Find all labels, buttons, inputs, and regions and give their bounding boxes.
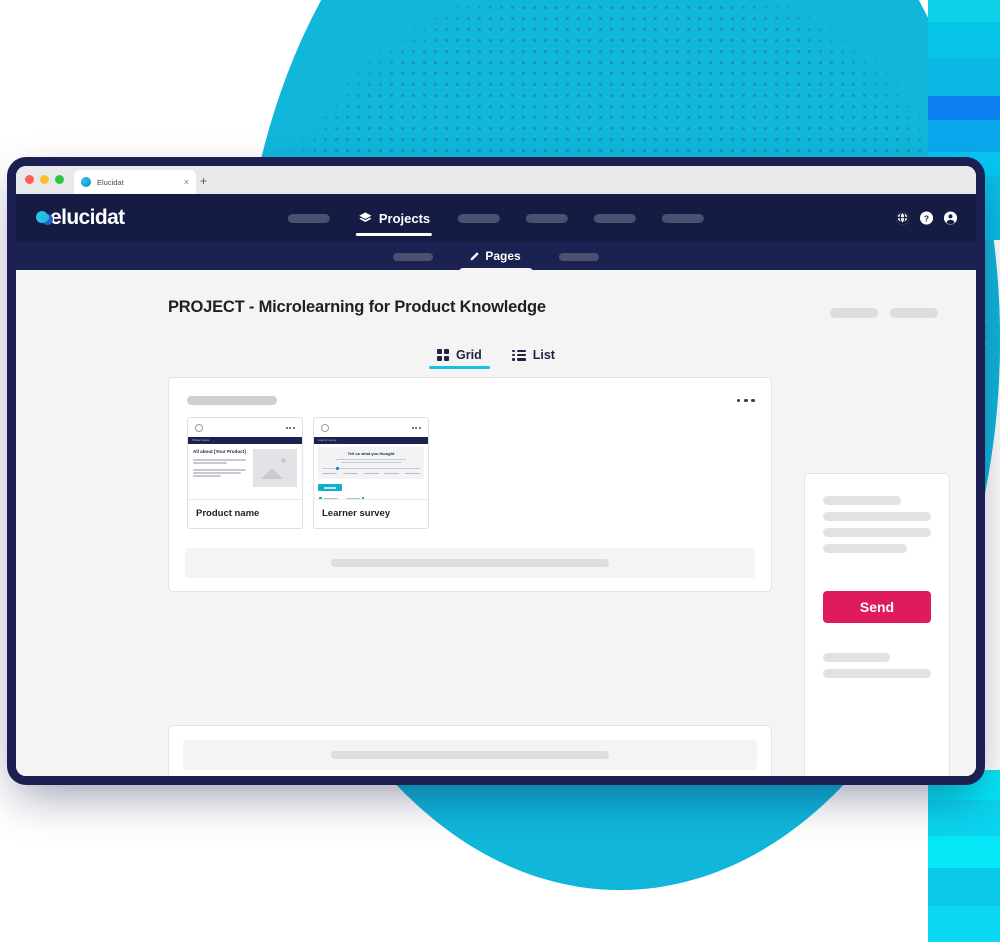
- footer-placeholder-line: [331, 559, 609, 567]
- preview-bar-text: Product name: [192, 439, 210, 442]
- right-side-panel: Send: [804, 473, 950, 776]
- title-action-placeholder-2[interactable]: [890, 308, 938, 318]
- pages-card-header: [169, 378, 771, 405]
- svg-text:?: ?: [924, 213, 929, 223]
- maximize-window-button[interactable]: [55, 175, 64, 184]
- nav-placeholder-3[interactable]: [526, 213, 569, 223]
- sub-navigation: Pages: [16, 242, 976, 273]
- browser-window: Elucidat × + elucidat Projects ? Pages P…: [16, 166, 976, 776]
- window-controls[interactable]: [25, 175, 64, 184]
- nav-item-projects[interactable]: Projects: [355, 194, 433, 242]
- page-preview-thumbnail: Learner survey Tell us what you thought: [314, 437, 428, 499]
- send-button[interactable]: Send: [823, 591, 931, 623]
- pages-card-title-placeholder: [187, 396, 277, 405]
- nav-placeholder-1[interactable]: [287, 213, 330, 223]
- elucidat-logo-text: elucidat: [50, 206, 125, 229]
- pencil-icon: [470, 251, 480, 260]
- nav-placeholder-5[interactable]: [662, 213, 705, 223]
- pages-card-footer-placeholder: [185, 548, 755, 578]
- grid-tab-underline: [429, 366, 490, 369]
- new-tab-button[interactable]: +: [200, 175, 207, 187]
- elucidat-favicon: [81, 177, 91, 187]
- survey-slider[interactable]: [322, 466, 420, 470]
- globe-icon[interactable]: [895, 211, 910, 226]
- account-icon[interactable]: [943, 211, 958, 226]
- subnav-item-pages[interactable]: Pages: [459, 242, 533, 273]
- survey-panel: Tell us what you thought: [318, 447, 424, 480]
- secondary-card: [168, 725, 772, 776]
- survey-footer-links: [318, 497, 424, 499]
- browser-titlebar: Elucidat × +: [16, 166, 976, 194]
- page-card-label: Learner survey: [314, 499, 428, 528]
- subnav-placeholder-2[interactable]: [558, 253, 599, 261]
- browser-tab-title: Elucidat: [97, 177, 124, 187]
- pages-card: Product name All about [Your Product] Pr…: [168, 377, 772, 592]
- main-navigation: Projects: [287, 194, 705, 242]
- footer-placeholder-line: [331, 751, 609, 759]
- nav-active-underline: [355, 233, 433, 236]
- close-icon[interactable]: ×: [184, 177, 189, 187]
- kebab-menu-icon[interactable]: [285, 426, 295, 429]
- kebab-menu-icon[interactable]: [736, 398, 755, 403]
- survey-heading: Tell us what you thought: [347, 451, 395, 456]
- close-window-button[interactable]: [25, 175, 34, 184]
- preview-heading: All about [Your Product]: [193, 449, 246, 454]
- page-card-product-name[interactable]: Product name All about [Your Product] Pr…: [187, 417, 303, 529]
- layers-icon: [359, 211, 372, 222]
- nav-placeholder-4[interactable]: [594, 213, 637, 223]
- page-title-action-placeholders: [830, 308, 938, 318]
- tab-grid-label: Grid: [456, 348, 482, 362]
- app-body: PROJECT - Microlearning for Product Know…: [16, 270, 976, 776]
- view-mode-tabs: Grid List: [429, 348, 555, 369]
- right-panel-text-placeholders: [823, 496, 931, 553]
- grid-icon: [437, 349, 450, 361]
- survey-scale-labels: [322, 473, 420, 475]
- tab-grid[interactable]: Grid: [429, 348, 490, 369]
- preview-title-bar: Product name: [188, 437, 302, 444]
- radio-unchecked-icon[interactable]: [321, 423, 329, 432]
- preview-title-bar: Learner survey: [314, 437, 428, 444]
- preview-bar-text: Learner survey: [318, 439, 337, 442]
- tab-list[interactable]: List: [512, 348, 555, 369]
- elucidat-logo-mark: [36, 210, 53, 226]
- subnav-placeholder-1[interactable]: [393, 253, 434, 261]
- nav-placeholder-2[interactable]: [458, 213, 501, 223]
- page-thumbnail-list: Product name All about [Your Product] Pr…: [169, 405, 771, 529]
- page-card-label: Product name: [188, 499, 302, 528]
- header-icon-group: ?: [895, 211, 958, 226]
- title-action-placeholder-1[interactable]: [830, 308, 878, 318]
- nav-item-projects-label: Projects: [378, 210, 431, 226]
- kebab-menu-icon[interactable]: [411, 426, 421, 429]
- tab-list-label: List: [532, 348, 555, 362]
- right-panel-footer-placeholders: [823, 653, 931, 678]
- browser-tab[interactable]: Elucidat ×: [74, 170, 196, 194]
- page-title: PROJECT - Microlearning for Product Know…: [168, 298, 546, 316]
- app-header: elucidat Projects ?: [16, 194, 976, 242]
- screenshot-stage: Elucidat × + elucidat Projects ? Pages P…: [0, 0, 1000, 942]
- page-card-learner-survey[interactable]: Learner survey Tell us what you thought: [313, 417, 429, 529]
- radio-unchecked-icon[interactable]: [195, 423, 203, 432]
- page-preview-thumbnail: Product name All about [Your Product]: [188, 437, 302, 499]
- page-card-toolbar: [314, 418, 428, 437]
- help-icon[interactable]: ?: [919, 211, 934, 226]
- elucidat-logo[interactable]: elucidat: [36, 206, 125, 230]
- survey-submit-button[interactable]: [318, 484, 342, 492]
- image-placeholder-icon: [253, 449, 297, 487]
- list-icon: [512, 350, 526, 361]
- subnav-item-pages-label: Pages: [485, 249, 521, 263]
- page-card-toolbar: [188, 418, 302, 437]
- secondary-card-content-placeholder: [183, 740, 757, 770]
- minimize-window-button[interactable]: [40, 175, 49, 184]
- preview-body-lines: [193, 459, 248, 477]
